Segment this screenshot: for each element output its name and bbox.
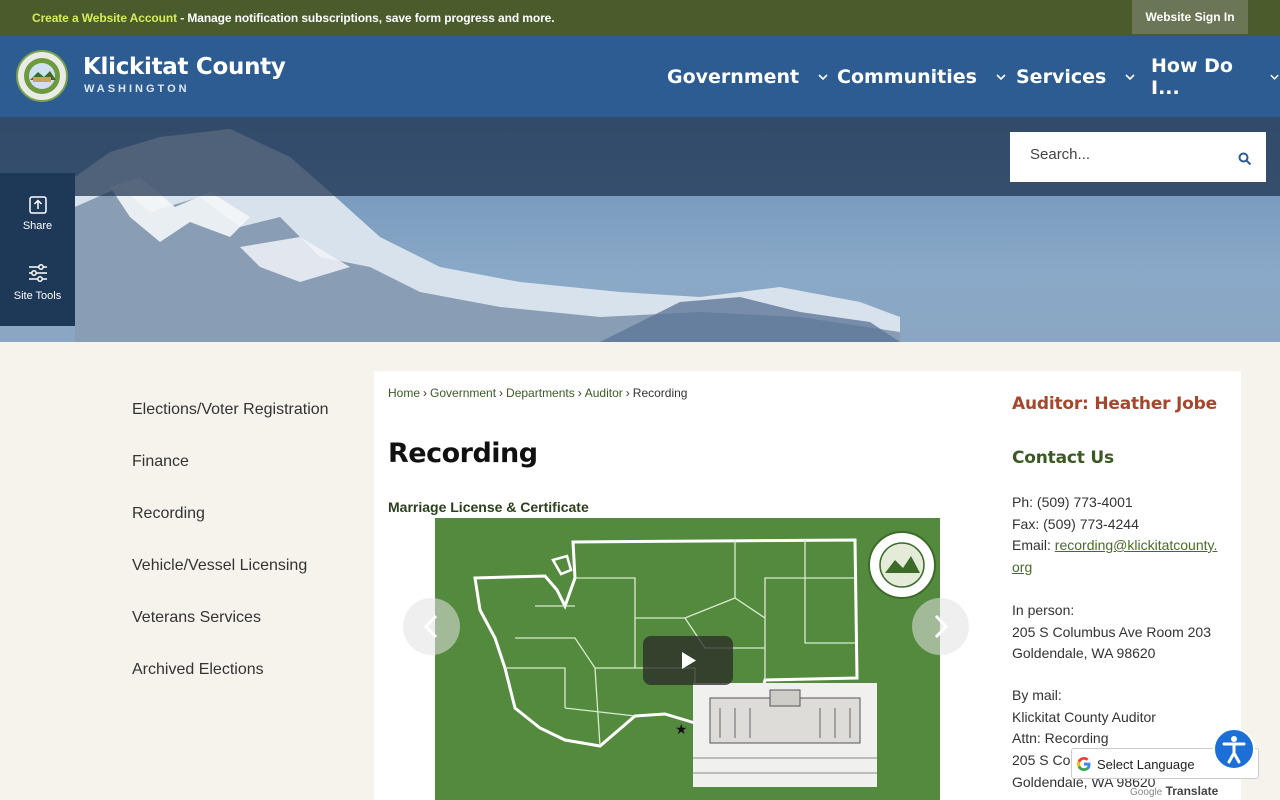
search-box bbox=[1010, 132, 1266, 182]
sliders-icon bbox=[28, 264, 47, 282]
email-link[interactable]: recording@klickitatcounty. bbox=[1055, 537, 1218, 553]
nav-government-label: Government bbox=[667, 65, 800, 88]
breadcrumb-separator: › bbox=[499, 386, 504, 400]
chevron-left-icon bbox=[423, 614, 438, 639]
leftnav-item-veterans[interactable]: Veterans Services bbox=[132, 609, 261, 627]
breadcrumb-current: Recording bbox=[632, 386, 688, 400]
site-header: Klickitat County WASHINGTON Government C… bbox=[0, 36, 1280, 117]
nav-services-label: Services bbox=[1016, 65, 1107, 88]
nav-how-do-i[interactable]: How Do I... bbox=[1151, 36, 1280, 117]
leftnav-item-archived-elections[interactable]: Archived Elections bbox=[132, 661, 264, 679]
breadcrumb: Home › Government › Departments › Auditor › Reco… bbox=[388, 386, 687, 400]
google-g-icon bbox=[1077, 757, 1091, 771]
share-button[interactable]: Share bbox=[0, 195, 75, 232]
google-wordmark: Google bbox=[1130, 787, 1163, 798]
search-icon[interactable] bbox=[1238, 152, 1252, 166]
share-icon bbox=[28, 196, 47, 214]
nav-communities[interactable]: Communities bbox=[837, 36, 1007, 117]
site-name[interactable]: Klickitat County bbox=[83, 54, 286, 80]
utility-bar: Create a Website Account - Manage notifi… bbox=[0, 0, 1280, 36]
nav-communities-label: Communities bbox=[837, 65, 977, 88]
translate-label: Translate bbox=[1165, 784, 1219, 798]
contact-phone: Ph: (509) 773-4001 bbox=[1012, 494, 1133, 510]
county-seal-logo[interactable] bbox=[16, 50, 68, 102]
address-line-1: 205 S Columbus Ave Room 203 bbox=[1012, 624, 1211, 640]
language-select-label: Select Language bbox=[1097, 757, 1195, 772]
carousel-next-button[interactable] bbox=[912, 598, 969, 655]
leftnav-item-recording[interactable]: Recording bbox=[132, 505, 205, 523]
email-link-cont[interactable]: org bbox=[1012, 559, 1032, 575]
site-tools-panel: Share Site Tools bbox=[0, 173, 75, 326]
contact-email-cont: org bbox=[1012, 559, 1032, 575]
accessibility-button[interactable] bbox=[1213, 728, 1255, 770]
mail-line-2: Attn: Recording bbox=[1012, 730, 1109, 746]
breadcrumb-separator: › bbox=[625, 386, 630, 400]
accessibility-icon bbox=[1222, 736, 1246, 764]
breadcrumb-separator: › bbox=[577, 386, 582, 400]
nav-government[interactable]: Government bbox=[667, 36, 829, 117]
breadcrumb-government[interactable]: Government bbox=[430, 386, 496, 400]
contact-fax: Fax: (509) 773-4244 bbox=[1012, 516, 1139, 532]
play-icon bbox=[682, 652, 696, 669]
website-sign-in-button[interactable]: Website Sign In bbox=[1132, 0, 1248, 34]
email-label: Email: bbox=[1012, 537, 1055, 553]
carousel-prev-button[interactable] bbox=[403, 598, 460, 655]
auditor-heading: Auditor: Heather Jobe bbox=[1012, 394, 1217, 414]
chevron-down-icon bbox=[1125, 73, 1135, 80]
google-translate-credit: Google Translate bbox=[1130, 784, 1218, 798]
site-state: WASHINGTON bbox=[84, 83, 190, 95]
account-message-text: - Manage notification subscriptions, sav… bbox=[176, 11, 555, 25]
chevron-down-icon bbox=[996, 73, 1006, 80]
leftnav-item-finance[interactable]: Finance bbox=[132, 453, 189, 471]
breadcrumb-departments[interactable]: Departments bbox=[506, 386, 575, 400]
star-marker: ★ bbox=[675, 722, 688, 738]
mail-line-3: 205 S Co bbox=[1012, 752, 1071, 768]
chevron-right-icon bbox=[934, 614, 949, 639]
in-person-label: In person: bbox=[1012, 602, 1075, 618]
account-message: Create a Website Account - Manage notifi… bbox=[32, 11, 555, 25]
breadcrumb-auditor[interactable]: Auditor bbox=[585, 386, 623, 400]
nav-services[interactable]: Services bbox=[1016, 36, 1136, 117]
breadcrumb-separator: › bbox=[423, 386, 428, 400]
site-tools-label: Site Tools bbox=[13, 290, 62, 302]
leftnav-item-vehicle-licensing[interactable]: Vehicle/Vessel Licensing bbox=[132, 557, 307, 575]
contact-heading: Contact Us bbox=[1012, 448, 1114, 468]
leftnav-item-elections[interactable]: Elections/Voter Registration bbox=[132, 401, 329, 419]
create-account-link[interactable]: Create a Website Account bbox=[32, 11, 177, 25]
contact-email: Email: recording@klickitatcounty. bbox=[1012, 537, 1217, 553]
breadcrumb-home[interactable]: Home bbox=[388, 386, 420, 400]
section-subhead: Marriage License & Certificate bbox=[388, 499, 589, 515]
mail-line-1: Klickitat County Auditor bbox=[1012, 709, 1156, 725]
video-play-button[interactable] bbox=[643, 636, 733, 685]
search-input[interactable] bbox=[1030, 146, 1230, 163]
by-mail-label: By mail: bbox=[1012, 687, 1062, 703]
nav-how-do-i-label: How Do I... bbox=[1151, 54, 1233, 99]
chevron-down-icon bbox=[818, 73, 828, 80]
chevron-down-icon bbox=[1270, 74, 1279, 80]
site-tools-button[interactable]: Site Tools bbox=[0, 263, 75, 302]
address-line-2: Goldendale, WA 98620 bbox=[1012, 645, 1156, 661]
page-title: Recording bbox=[388, 438, 538, 469]
share-label: Share bbox=[22, 220, 53, 232]
